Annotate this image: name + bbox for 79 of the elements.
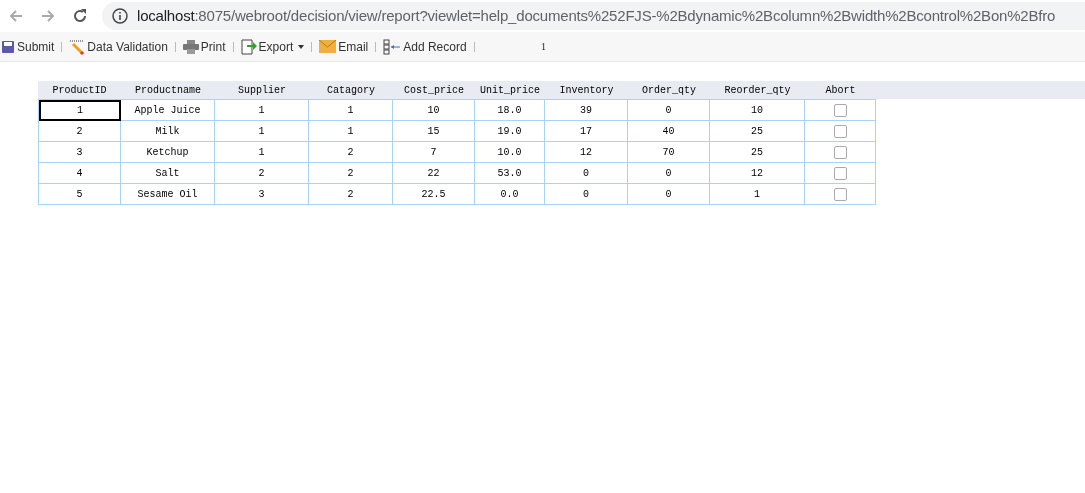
toolbar-button[interactable]: Export	[239, 37, 306, 56]
table-cell[interactable]: 0.0	[475, 184, 545, 205]
table-cell[interactable]: 22.5	[393, 184, 475, 205]
table-cell[interactable]: 22	[393, 163, 475, 184]
export-document-icon	[240, 38, 257, 55]
table-cell[interactable]: Salt	[121, 163, 215, 184]
toolbar-button[interactable]: Print	[181, 37, 227, 56]
table-cell[interactable]: 18.0	[475, 100, 545, 121]
table-cell[interactable]: 25	[710, 142, 805, 163]
table-cell[interactable]: 19.0	[475, 121, 545, 142]
info-icon[interactable]	[112, 8, 128, 24]
table-cell[interactable]: 0	[545, 163, 628, 184]
table-cell[interactable]: 2	[309, 163, 393, 184]
page-number: 1	[540, 39, 547, 55]
reload-icon[interactable]	[72, 8, 88, 24]
checkbox[interactable]	[833, 187, 847, 201]
table-cell[interactable]: Milk	[121, 121, 215, 142]
table-cell[interactable]: 12	[710, 163, 805, 184]
table-cell[interactable]: 10	[393, 100, 475, 121]
table-cell[interactable]: 0	[628, 163, 710, 184]
table-cell[interactable]: 0	[545, 184, 628, 205]
table-cell[interactable]: 0	[628, 184, 710, 205]
table-cell[interactable]: 2	[215, 163, 309, 184]
column-header: Inventory	[558, 83, 615, 98]
checkbox[interactable]	[833, 103, 847, 117]
table-cell[interactable]: 15	[393, 121, 475, 142]
envelope-icon	[319, 40, 337, 53]
table-cell[interactable]: 1	[710, 184, 805, 205]
pencil-icon	[69, 38, 86, 55]
printer-icon	[182, 39, 199, 54]
table-cell[interactable]: Sesame Oil	[121, 184, 215, 205]
url-text: localhost:8075/webroot/decision/view/report?viewlet=help_documents%252FJS-%2Bdynamic%2Bcolumn%2Bwidth%2Bcontrol%2Bon%2Bfro	[137, 5, 1056, 26]
toolbar-button[interactable]: Add Record	[382, 37, 468, 56]
column-header: Productname	[134, 83, 202, 98]
table-cell[interactable]: 1	[309, 121, 393, 142]
table-cell[interactable]: 2	[309, 142, 393, 163]
checkbox[interactable]	[833, 145, 847, 159]
table-cell[interactable]: 3	[39, 142, 121, 163]
table-cell[interactable]: 7	[393, 142, 475, 163]
checkbox[interactable]	[833, 124, 847, 138]
toolbar-button[interactable]: Email	[318, 37, 370, 56]
column-header: Supplier	[237, 83, 287, 98]
table-cell[interactable]: 1	[215, 100, 309, 121]
table-cell[interactable]: 40	[628, 121, 710, 142]
table-cell[interactable]: 53.0	[475, 163, 545, 184]
table-cell[interactable]: 39	[545, 100, 628, 121]
column-header: Order_qty	[641, 83, 697, 98]
table-cell[interactable]: 10	[710, 100, 805, 121]
table-cell[interactable]: 5	[39, 184, 121, 205]
toolbar-button[interactable]: Submit	[0, 37, 56, 56]
table-cell[interactable]: 12	[545, 142, 628, 163]
table-cell[interactable]: 10.0	[475, 142, 545, 163]
table-cell[interactable]: 1	[39, 100, 121, 121]
column-header: Cost_price	[403, 83, 465, 98]
column-header: Unit_price	[479, 83, 541, 98]
table-cell[interactable]: 2	[39, 121, 121, 142]
back-arrow-icon[interactable]	[8, 8, 24, 24]
column-header: Reorder_qty	[723, 83, 792, 98]
table-cell[interactable]: 70	[628, 142, 710, 163]
table-cell[interactable]: 1	[215, 142, 309, 163]
add-row-icon	[383, 38, 402, 55]
column-header: Abort	[824, 83, 857, 98]
table-cell[interactable]: 4	[39, 163, 121, 184]
table-cell[interactable]: Apple Juice	[121, 100, 215, 121]
table-cell[interactable]: 25	[710, 121, 805, 142]
checkbox[interactable]	[833, 166, 847, 180]
table-cell[interactable]: 0	[628, 100, 710, 121]
column-header: ProductID	[51, 83, 108, 98]
table-cell[interactable]: 1	[309, 100, 393, 121]
table-cell[interactable]: 1	[215, 121, 309, 142]
table-cell[interactable]: 2	[309, 184, 393, 205]
forward-arrow-icon[interactable]	[40, 8, 56, 24]
caret-icon	[298, 44, 305, 49]
toolbar-button[interactable]: Data Validation	[68, 37, 169, 56]
address-bar[interactable]: localhost:8075/webroot/decision/view/report?viewlet=help_documents%252FJS-%2Bdynamic%2Bcolumn%2Bwidth%2Bcontrol%2Bon%2Bfro	[102, 2, 1085, 30]
column-header: Catagory	[326, 83, 376, 98]
table-cell[interactable]: 17	[545, 121, 628, 142]
table-cell[interactable]: 3	[215, 184, 309, 205]
table-cell[interactable]: Ketchup	[121, 142, 215, 163]
